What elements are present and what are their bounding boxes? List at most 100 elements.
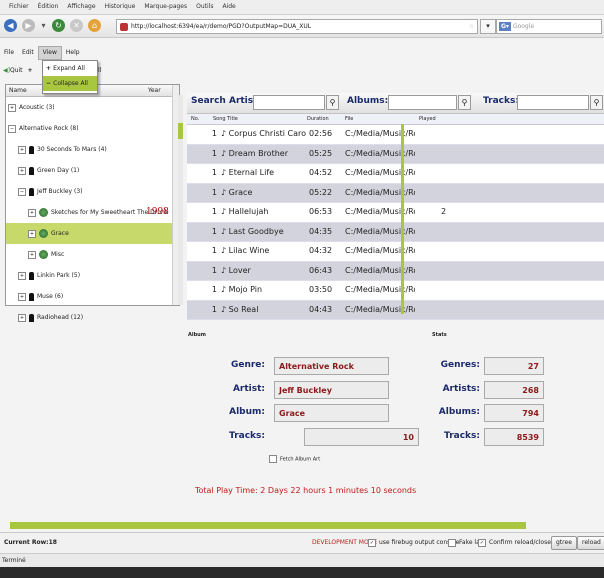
tree-col-name[interactable]: Name: [9, 85, 27, 96]
table-row[interactable]: 1 ♪ Last Goodbye 04:35 C:/Media/Music/Rocl: [187, 222, 604, 242]
back-icon[interactable]: ◀: [4, 19, 17, 32]
menu-marque-pages[interactable]: Marque-pages: [144, 0, 187, 14]
search-artist-icon[interactable]: ⚲: [326, 95, 339, 110]
col-file[interactable]: File: [345, 114, 353, 124]
tree-item[interactable]: + Acoustic (3): [6, 97, 179, 118]
menu-historique[interactable]: Historique: [105, 0, 136, 14]
confirm-option[interactable]: ✓ Confirm reload/close: [478, 533, 551, 553]
expand-toggle-icon[interactable]: +: [18, 145, 26, 154]
search-tracks-icon[interactable]: ⚲: [590, 95, 603, 110]
tree-item-label: Acoustic (3): [19, 104, 55, 111]
table-row[interactable]: 1 ♪ Dream Brother 05:25 C:/Media/Music/Rocl: [187, 144, 604, 164]
expand-icon[interactable]: +: [27, 67, 32, 74]
tree-item[interactable]: − Jeff Buckley (3): [6, 181, 179, 202]
tree-item[interactable]: + Radiohead (12): [6, 307, 179, 328]
search-engine-box[interactable]: G▾ Google: [496, 19, 602, 34]
tree-item[interactable]: + Sketches for My Sweetheart The Drunk 199…: [6, 202, 179, 223]
grid-scrollbar[interactable]: [401, 124, 404, 314]
tree-item[interactable]: + Misc: [6, 244, 179, 265]
album-field[interactable]: Grace: [274, 404, 389, 422]
col-played[interactable]: Played: [419, 114, 436, 124]
menu-outils[interactable]: Outils: [196, 0, 213, 14]
genres-stat-field[interactable]: 27: [484, 357, 544, 375]
tree-item[interactable]: + Grace: [6, 223, 179, 244]
url-bar[interactable]: http://localhost:6394/ea/r/demo/PGD?Outp…: [116, 19, 478, 34]
artist-field[interactable]: Jeff Buckley: [274, 381, 389, 399]
app-menu-file[interactable]: File: [0, 46, 18, 60]
albums-stat-field[interactable]: 794: [484, 404, 544, 422]
col-duration[interactable]: Duration: [307, 114, 329, 124]
search-artist-input[interactable]: [253, 95, 325, 110]
expand-toggle-icon[interactable]: +: [18, 271, 26, 280]
expand-toggle-icon[interactable]: +: [18, 166, 26, 175]
songs-grid[interactable]: No. Song Title Duration File Played 1 ♪ C…: [187, 114, 604, 320]
gtree-button[interactable]: gtree: [551, 536, 577, 550]
fakelag-checkbox[interactable]: [448, 538, 456, 547]
app-menu-help[interactable]: Help: [62, 46, 84, 60]
expand-toggle-icon[interactable]: +: [18, 313, 26, 322]
app-menu-view[interactable]: View: [37, 46, 62, 60]
tracks-stat-field[interactable]: 8539: [484, 428, 544, 446]
tree-item[interactable]: + Muse (6): [6, 286, 179, 307]
expand-toggle-icon[interactable]: +: [18, 292, 26, 301]
expand-toggle-icon[interactable]: +: [28, 229, 36, 238]
cell-duration: 06:43: [309, 265, 333, 275]
table-row[interactable]: 1 ♪ Lilac Wine 04:32 C:/Media/Music/Rocl: [187, 242, 604, 262]
table-row[interactable]: 1 ♪ So Real 04:43 C:/Media/Music/Rocl: [187, 300, 604, 320]
col-song-title[interactable]: Song Title: [213, 114, 238, 124]
history-dropdown-icon[interactable]: ▾: [37, 19, 50, 32]
fetch-album-art[interactable]: Fetch Album Art: [269, 455, 320, 463]
menu-affichage[interactable]: Affichage: [67, 0, 95, 14]
search-tracks-input[interactable]: [517, 95, 589, 110]
menu-fichier[interactable]: Fichier: [9, 0, 29, 14]
table-row[interactable]: 1 ♪ Mojo Pin 03:50 C:/Media/Music/Rocl: [187, 281, 604, 301]
tree-col-year[interactable]: Year: [148, 85, 161, 96]
tree-item[interactable]: + Green Day (1): [6, 160, 179, 181]
quit-button[interactable]: Quit: [10, 67, 23, 74]
menu-item-collapse-all[interactable]: − Collapse All: [43, 76, 97, 91]
expand-toggle-icon[interactable]: +: [28, 250, 36, 259]
table-row[interactable]: 1 ♪ Eternal Life 04:52 C:/Media/Music/Rocl: [187, 164, 604, 184]
genre-field[interactable]: Alternative Rock: [274, 357, 389, 375]
menu-edition[interactable]: Édition: [38, 0, 59, 14]
collapse-all-label: Collapse All: [53, 80, 88, 87]
library-tree[interactable]: Name Year + Acoustic (3) − Alternative Rock…: [5, 84, 180, 322]
artists-stat-field[interactable]: 268: [484, 381, 544, 399]
table-row[interactable]: 1 ♪ Corpus Christi Caro 02:56 C:/Media/Musi…: [187, 125, 604, 145]
collapse-toggle-icon[interactable]: −: [8, 124, 16, 133]
search-albums-icon[interactable]: ⚲: [458, 95, 471, 110]
expand-toggle-icon[interactable]: +: [28, 208, 36, 217]
tree-item[interactable]: + Linkin Park (5): [6, 265, 179, 286]
table-row[interactable]: 1 ♪ Lover 06:43 C:/Media/Music/Rocl: [187, 261, 604, 281]
reload-button[interactable]: reload: [577, 536, 604, 550]
collapse-toggle-icon[interactable]: −: [18, 187, 26, 196]
splitter-knob[interactable]: [178, 123, 183, 139]
splitter[interactable]: [178, 95, 183, 305]
confirm-checkbox[interactable]: ✓: [478, 538, 486, 547]
star-icon[interactable]: ☆: [469, 20, 474, 33]
table-row[interactable]: 1 ♪ Hallelujah 06:53 C:/Media/Music/Rocl 2: [187, 203, 604, 223]
bottom-splitter[interactable]: [10, 522, 526, 529]
col-no[interactable]: No.: [191, 114, 199, 124]
tree-item-label: Jeff Buckley (3): [37, 188, 83, 195]
cell-title: ♪ So Real: [221, 304, 259, 314]
menu-aide[interactable]: Aide: [222, 0, 235, 14]
fetch-art-checkbox[interactable]: [269, 455, 277, 463]
stop-icon[interactable]: ✕: [70, 19, 83, 32]
expand-toggle-icon[interactable]: +: [8, 103, 16, 112]
reload-icon[interactable]: ↻: [52, 19, 65, 32]
search-albums-input[interactable]: [388, 95, 457, 110]
firebug-option[interactable]: ✓ use firebug output console: [368, 533, 459, 553]
tree-item[interactable]: +30 Seconds To Mars (4): [6, 139, 179, 160]
app-menu-edit[interactable]: Edit: [18, 46, 38, 60]
favicon-icon: [120, 22, 128, 31]
menu-item-expand-all[interactable]: + Expand All: [43, 61, 97, 76]
tracks-count-field[interactable]: 10: [304, 428, 419, 446]
google-icon[interactable]: G▾: [499, 22, 511, 31]
forward-icon[interactable]: ▶: [22, 19, 35, 32]
url-dropdown-icon[interactable]: ▾: [480, 19, 496, 34]
tree-item[interactable]: − Alternative Rock (8): [6, 118, 179, 139]
firebug-checkbox[interactable]: ✓: [368, 538, 376, 547]
home-icon[interactable]: ⌂: [88, 19, 101, 32]
table-row[interactable]: 1 ♪ Grace 05:22 C:/Media/Music/Rocl: [187, 183, 604, 203]
